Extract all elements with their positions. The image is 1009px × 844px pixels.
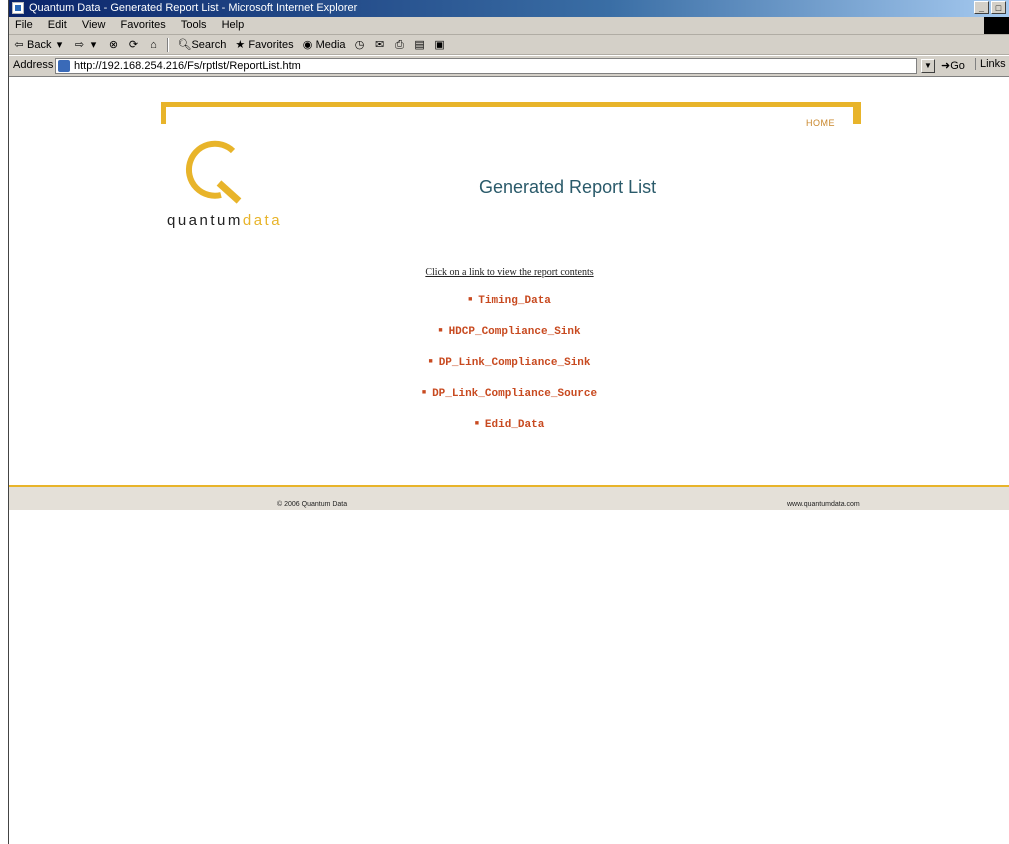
mail-icon[interactable]: ✉: [374, 39, 386, 51]
logo-accent-text: data: [242, 212, 283, 229]
logo-wordmark: quantumdata: [167, 212, 282, 229]
go-button[interactable]: ➜Go: [941, 59, 965, 72]
history-icon[interactable]: ◷: [354, 39, 366, 51]
favorites-button[interactable]: ★ Favorites: [234, 39, 293, 51]
title-bar[interactable]: Quantum Data - Generated Report List - M…: [9, 0, 1009, 17]
footer-website-link[interactable]: www.quantumdata.com: [787, 501, 860, 508]
report-link-dp-link-compliance-source[interactable]: DP_Link_Compliance_Source: [432, 388, 597, 400]
back-arrow-icon: ⇦: [14, 38, 24, 51]
search-button[interactable]: 🔍︎ Search: [177, 39, 226, 51]
discuss-icon[interactable]: ▣: [434, 39, 446, 51]
page-footer: © 2006 Quantum Data www.quantumdata.com: [9, 485, 1009, 510]
stop-icon[interactable]: ⊗: [107, 39, 119, 51]
menu-edit[interactable]: Edit: [42, 17, 73, 33]
window-controls: _ □: [974, 1, 1006, 14]
bullet-icon: ■: [438, 327, 443, 336]
search-label: Search: [191, 38, 227, 51]
address-dropdown-button[interactable]: ▼: [921, 59, 935, 73]
list-item: ■ HDCP_Compliance_Sink: [9, 326, 1009, 357]
quantum-data-logo-icon: [185, 140, 242, 204]
report-link-timing-data[interactable]: Timing_Data: [478, 295, 551, 307]
back-button[interactable]: ⇦ Back ▾: [13, 39, 65, 51]
browser-window: Quantum Data - Generated Report List - M…: [8, 0, 1009, 844]
instruction-text: Click on a link to view the report conte…: [425, 267, 594, 278]
menu-file[interactable]: File: [9, 17, 39, 33]
report-link-edid-data[interactable]: Edid_Data: [485, 419, 544, 431]
header-frame-left: [161, 102, 166, 124]
footer-copyright: © 2006 Quantum Data: [277, 501, 348, 508]
chevron-down-icon: ▾: [56, 38, 63, 51]
page-title: Generated Report List: [479, 177, 657, 197]
home-icon[interactable]: ⌂: [147, 39, 159, 51]
toolbar-separator: [167, 37, 170, 52]
media-button[interactable]: ◉ Media: [302, 39, 346, 51]
media-label: Media: [315, 38, 346, 51]
forward-button[interactable]: ⇨ ▾: [73, 39, 99, 51]
page-content: HOME quantumdata Generated Report List C…: [9, 77, 1009, 844]
bullet-icon: ■: [421, 389, 427, 398]
window-title: Quantum Data - Generated Report List - M…: [29, 2, 358, 14]
list-item: ■ Timing_Data: [9, 295, 1009, 326]
print-icon[interactable]: ⎙: [394, 39, 406, 51]
list-item: ■ DP_Link_Compliance_Source: [9, 388, 1009, 419]
go-label: Go: [950, 60, 965, 72]
search-icon: 🔍︎: [177, 38, 192, 51]
list-item: ■ DP_Link_Compliance_Sink: [9, 357, 1009, 388]
report-link-dp-link-compliance-sink[interactable]: DP_Link_Compliance_Sink: [439, 357, 591, 369]
toolbar: ⇦ Back ▾ ⇨ ▾ ⊗ ⟳ ⌂ 🔍︎ Search ★ Favorites…: [9, 35, 1009, 55]
menu-tools[interactable]: Tools: [175, 17, 213, 33]
menu-help[interactable]: Help: [216, 17, 251, 33]
ie-app-icon[interactable]: [12, 2, 24, 14]
favorites-label: Favorites: [248, 38, 294, 51]
header-frame-top: [161, 102, 861, 107]
header-frame-right: [853, 102, 861, 124]
list-item: ■ Edid_Data: [9, 419, 1009, 450]
report-list: ■ Timing_Data ■ HDCP_Compliance_Sink ■ DP_L…: [9, 295, 1009, 450]
page-icon: [58, 60, 70, 72]
menu-view[interactable]: View: [76, 17, 112, 33]
address-bar: Address http://192.168.254.216/Fs/rptlst…: [9, 56, 1009, 77]
address-input[interactable]: http://192.168.254.216/Fs/rptlst/ReportL…: [55, 58, 917, 74]
bullet-icon: ■: [468, 296, 473, 305]
forward-arrow-icon: ⇨: [74, 38, 85, 51]
favorites-icon: ★: [235, 38, 246, 51]
chevron-down-icon: ▾: [90, 38, 97, 51]
address-label: Address: [13, 59, 54, 71]
refresh-icon[interactable]: ⟳: [127, 39, 139, 51]
edit-icon[interactable]: ▤: [414, 39, 426, 51]
minimize-button[interactable]: _: [974, 1, 989, 14]
bullet-icon: ■: [474, 420, 479, 429]
links-button[interactable]: Links: [975, 58, 1006, 70]
home-link[interactable]: HOME: [806, 118, 835, 128]
media-icon: ◉: [302, 38, 313, 51]
maximize-button[interactable]: □: [991, 1, 1006, 14]
address-url: http://192.168.254.216/Fs/rptlst/ReportL…: [74, 60, 301, 72]
windows-logo-icon: [984, 17, 1009, 34]
bullet-icon: ■: [428, 358, 433, 367]
back-label: Back: [27, 38, 52, 51]
logo-main-text: quantum: [167, 212, 243, 229]
menu-favorites[interactable]: Favorites: [115, 17, 172, 33]
go-arrow-icon: ➜: [941, 60, 951, 72]
report-link-hdcp-compliance-sink[interactable]: HDCP_Compliance_Sink: [449, 326, 581, 338]
menu-bar: File Edit View Favorites Tools Help: [9, 17, 1009, 35]
